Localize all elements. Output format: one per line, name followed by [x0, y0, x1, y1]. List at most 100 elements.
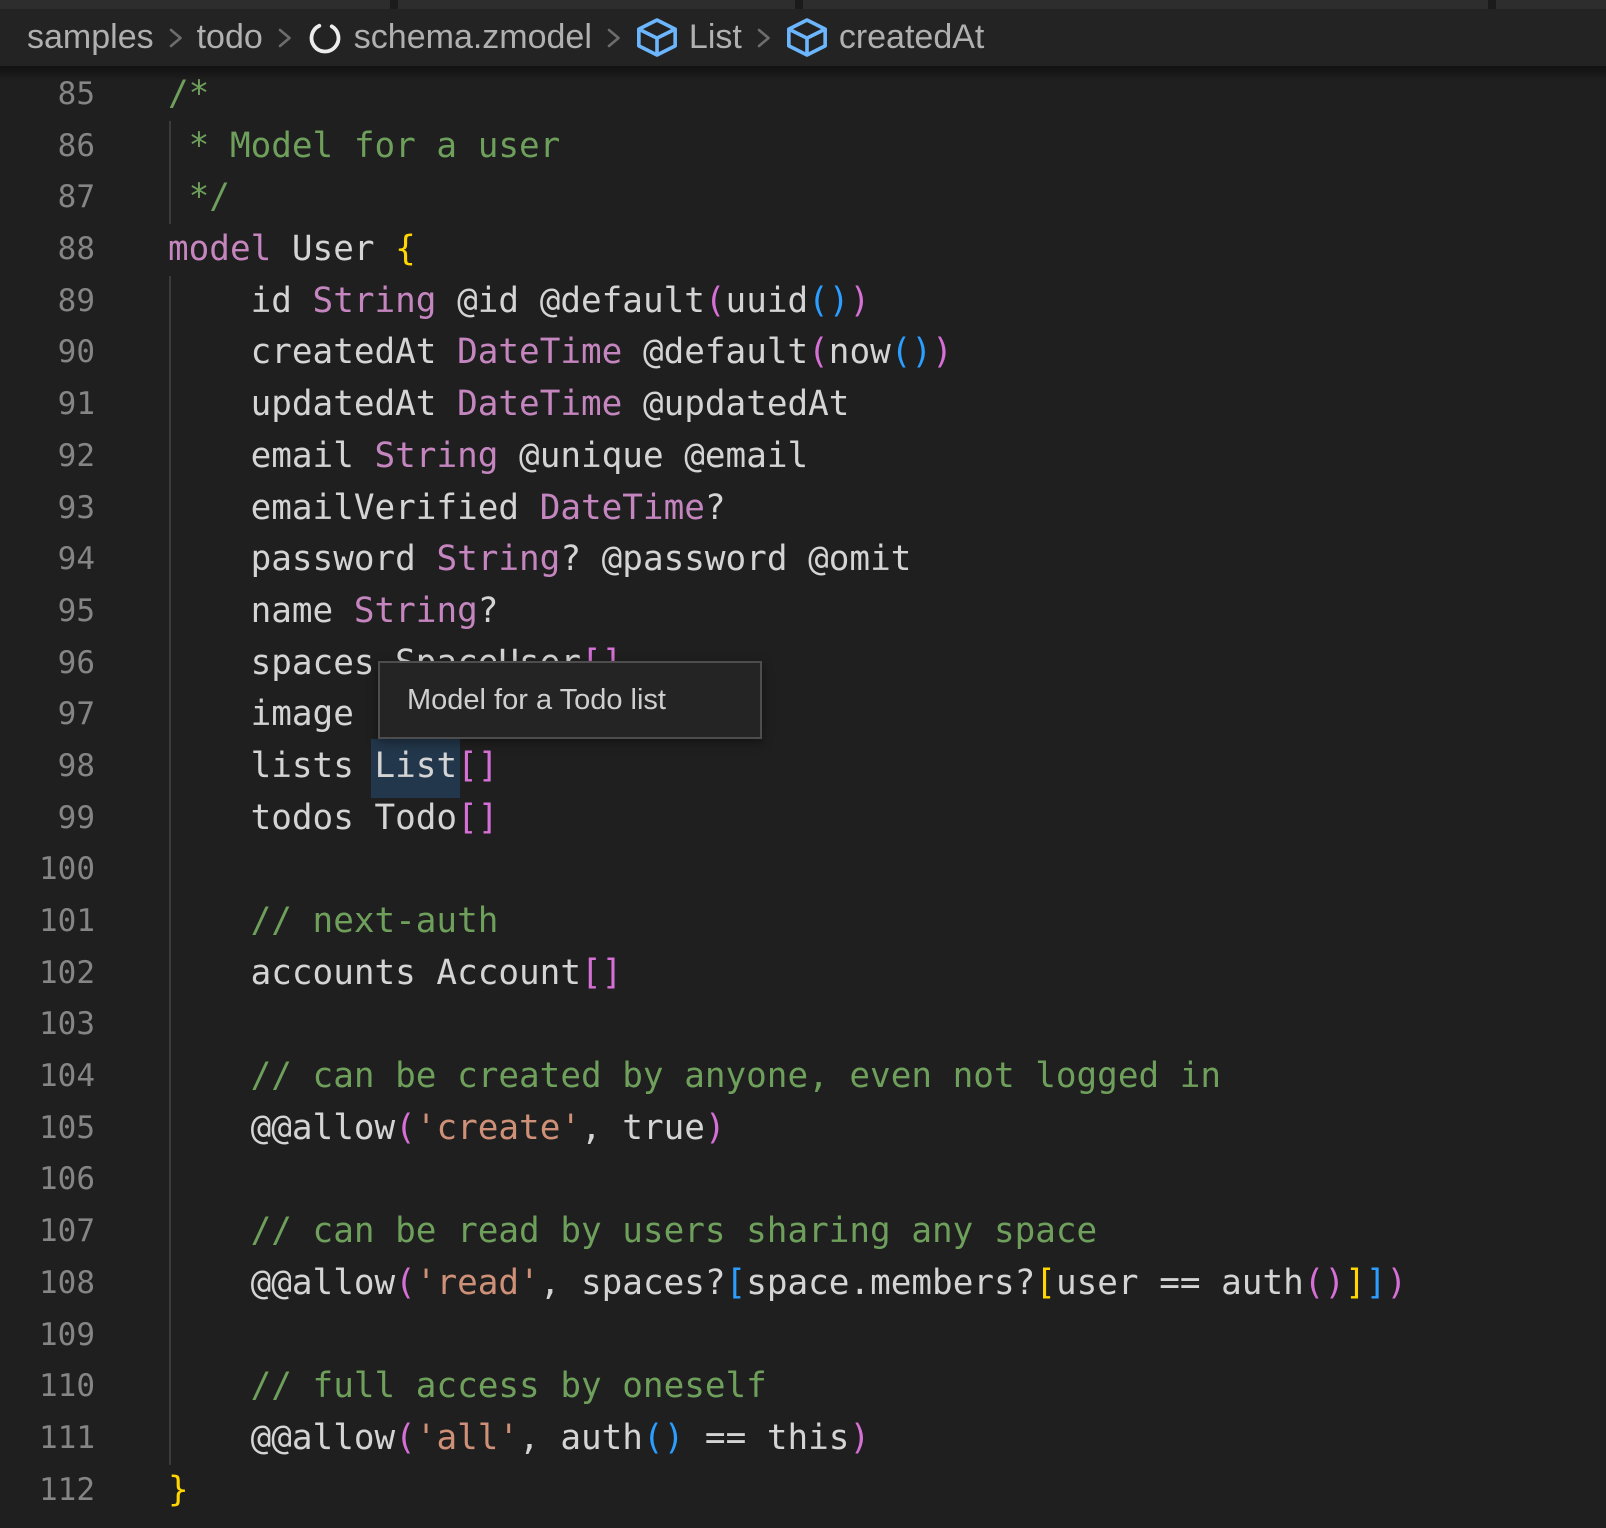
code-token: == this: [684, 1418, 849, 1458]
code-token: email: [168, 436, 375, 476]
editor[interactable]: 85 /* 86 * Model for a user87 */88model Us…: [0, 66, 1606, 1528]
code-token: (: [808, 332, 829, 372]
code-token: id: [168, 281, 313, 321]
line-number[interactable]: 86: [0, 121, 95, 173]
breadcrumb-item-createdat[interactable]: createdAt: [839, 18, 985, 57]
code-token: (: [395, 1263, 416, 1303]
code-line[interactable]: 92 email String @unique @email: [0, 431, 1606, 483]
code-token: lists: [168, 746, 375, 786]
code-token: , true: [581, 1108, 705, 1148]
code-token: image: [168, 694, 354, 734]
code-line[interactable]: 85 /*: [0, 69, 1606, 121]
code-token: String: [436, 539, 560, 579]
line-number[interactable]: 88: [0, 224, 95, 276]
line-number[interactable]: 102: [0, 948, 95, 1000]
line-number[interactable]: 99: [0, 793, 95, 845]
line-number[interactable]: 101: [0, 896, 95, 948]
line-number[interactable]: 100: [0, 844, 95, 896]
line-number[interactable]: 108: [0, 1258, 95, 1310]
code-token: , auth: [519, 1418, 643, 1458]
code-token: User: [292, 229, 395, 269]
line-number[interactable]: 97: [0, 689, 95, 741]
code-line[interactable]: 93 emailVerified DateTime?: [0, 483, 1606, 535]
line-number[interactable]: 94: [0, 534, 95, 586]
code-token: ? @password @omit: [560, 539, 911, 579]
symbol-class-icon[interactable]: [785, 18, 829, 57]
code-line[interactable]: 87 */: [0, 172, 1606, 224]
code-token: // can be created by anyone, even not lo…: [168, 1056, 1221, 1096]
symbol-class-icon[interactable]: [635, 18, 679, 57]
line-number[interactable]: 110: [0, 1361, 95, 1413]
code-token: (: [705, 281, 726, 321]
code-token: @default: [622, 332, 808, 372]
breadcrumb-item-todo[interactable]: todo: [197, 18, 263, 57]
hover-tooltip: Model for a Todo list: [378, 661, 762, 739]
code-line[interactable]: 97 image: [0, 689, 1606, 741]
code-line[interactable]: 102 accounts Account[]: [0, 948, 1606, 1000]
line-number[interactable]: 106: [0, 1154, 95, 1206]
code-text: image: [168, 689, 354, 741]
code-line[interactable]: 104 // can be created by anyone, even no…: [0, 1051, 1606, 1103]
code-text: email String @unique @email: [168, 431, 808, 483]
code-token: uuid: [726, 281, 809, 321]
code-line[interactable]: 89 id String @id @default(uuid()): [0, 276, 1606, 328]
code-token: (: [395, 1418, 416, 1458]
loading-icon[interactable]: [306, 19, 344, 57]
code-line[interactable]: 94 password String? @password @omit: [0, 534, 1606, 586]
code-token: ): [849, 1418, 870, 1458]
code-line[interactable]: 91 updatedAt DateTime @updatedAt: [0, 379, 1606, 431]
code-token: /*: [168, 74, 209, 114]
code-text: @@allow('all', auth() == this): [168, 1413, 870, 1465]
line-number[interactable]: 85: [0, 69, 95, 121]
code-token: DateTime: [457, 384, 622, 424]
code-token: , spaces?: [540, 1263, 726, 1303]
code-line[interactable]: 86 * Model for a user: [0, 121, 1606, 173]
code-token: ]: [1345, 1263, 1366, 1303]
line-number[interactable]: 111: [0, 1413, 95, 1465]
line-number[interactable]: 89: [0, 276, 95, 328]
breadcrumb-item-schema-zmodel[interactable]: schema.zmodel: [354, 18, 592, 57]
code-line[interactable]: 105 @@allow('create', true): [0, 1103, 1606, 1155]
code-token: String: [354, 591, 478, 631]
line-number[interactable]: 93: [0, 483, 95, 535]
code-line[interactable]: 108 @@allow('read', spaces?[space.member…: [0, 1258, 1606, 1310]
code-text: // next-auth: [168, 896, 498, 948]
code-line[interactable]: 111 @@allow('all', auth() == this): [0, 1413, 1606, 1465]
code-line[interactable]: 101 // next-auth: [0, 896, 1606, 948]
code-line[interactable]: 112}: [0, 1465, 1606, 1517]
code-token: ): [932, 332, 953, 372]
code-line[interactable]: 88model User {: [0, 224, 1606, 276]
code-line[interactable]: 110 // full access by oneself: [0, 1361, 1606, 1413]
code-line[interactable]: 107 // can be read by users sharing any …: [0, 1206, 1606, 1258]
line-number[interactable]: 112: [0, 1465, 95, 1517]
code-line[interactable]: 95 name String?: [0, 586, 1606, 638]
line-number[interactable]: 105: [0, 1103, 95, 1155]
line-number[interactable]: 87: [0, 172, 95, 224]
code-token: DateTime: [457, 332, 622, 372]
code-line[interactable]: 90 createdAt DateTime @default(now()): [0, 327, 1606, 379]
code-text: // can be created by anyone, even not lo…: [168, 1051, 1221, 1103]
line-number[interactable]: 107: [0, 1206, 95, 1258]
code-token: // full access by oneself: [168, 1366, 767, 1406]
code-line[interactable]: 96 spaces SpaceUser[]: [0, 638, 1606, 690]
breadcrumb-item-list[interactable]: List: [689, 18, 742, 57]
line-number[interactable]: 98: [0, 741, 95, 793]
line-number[interactable]: 103: [0, 999, 95, 1051]
code-token: @unique @email: [498, 436, 808, 476]
code-line[interactable]: 98 lists List[]: [0, 741, 1606, 793]
code-line[interactable]: 106: [0, 1154, 1606, 1206]
code-token: ): [705, 1108, 726, 1148]
line-number[interactable]: 95: [0, 586, 95, 638]
line-number[interactable]: 109: [0, 1310, 95, 1362]
code-line[interactable]: 109: [0, 1310, 1606, 1362]
code-line[interactable]: 99 todos Todo[]: [0, 793, 1606, 845]
line-number[interactable]: 96: [0, 638, 95, 690]
code-line[interactable]: 103: [0, 999, 1606, 1051]
code-token: 'create': [416, 1108, 581, 1148]
code-line[interactable]: 100: [0, 844, 1606, 896]
line-number[interactable]: 90: [0, 327, 95, 379]
line-number[interactable]: 92: [0, 431, 95, 483]
line-number[interactable]: 91: [0, 379, 95, 431]
line-number[interactable]: 104: [0, 1051, 95, 1103]
breadcrumb-item-samples[interactable]: samples: [27, 18, 154, 57]
